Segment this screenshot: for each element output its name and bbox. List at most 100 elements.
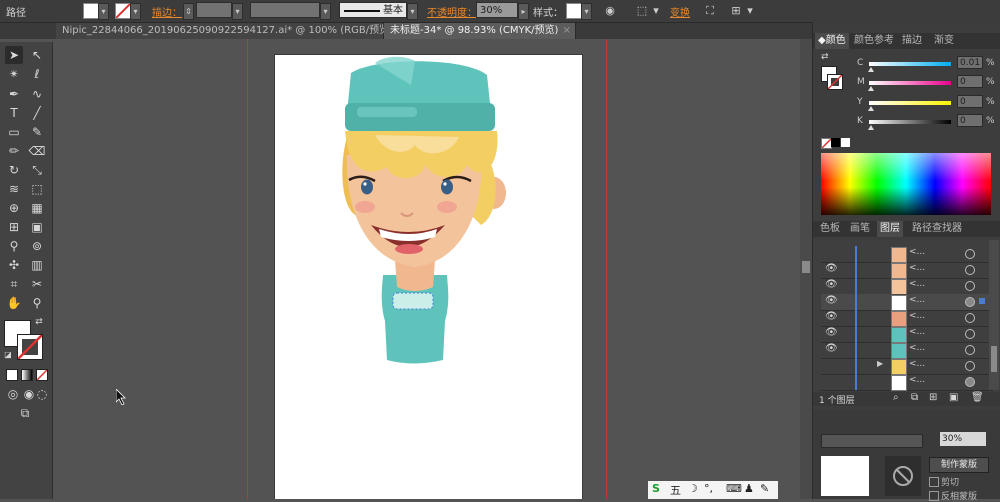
magenta-value-field[interactable]: 0 [957, 75, 983, 88]
scrollbar-thumb[interactable] [802, 261, 810, 273]
opacity-field[interactable]: 30% [476, 2, 518, 18]
brush-profile-dropdown[interactable]: ▾ [407, 3, 418, 20]
graphic-style-swatch[interactable] [566, 3, 582, 19]
tab-pathfinder[interactable]: 路径查找器 [909, 221, 965, 237]
invert-mask-checkbox[interactable] [929, 491, 939, 501]
eye-icon[interactable]: 👁 [825, 327, 838, 338]
target-circle-icon[interactable] [965, 329, 975, 339]
new-layer-icon[interactable]: ▣ [949, 392, 958, 403]
make-mask-button[interactable]: 制作蒙版 [929, 457, 989, 473]
layer-row[interactable]: 👁 <... [821, 262, 993, 279]
tab-layers[interactable]: 图层 [877, 221, 903, 237]
mesh-tool-icon[interactable]: ⊞ [5, 218, 23, 236]
hand-tool-icon[interactable]: ✋ [5, 294, 23, 312]
tab-untitled-34[interactable]: 未标题-34* @ 98.93% (CMYK/预览) × [384, 23, 576, 39]
blend-mode-dropdown[interactable] [821, 434, 923, 448]
skin-icon[interactable]: ♟ [744, 482, 754, 495]
selected-collar-path[interactable] [392, 292, 434, 310]
target-circle-icon[interactable] [965, 281, 975, 291]
gradient-tool-icon[interactable]: ▣ [28, 218, 46, 236]
layer-row[interactable]: <... [821, 246, 993, 263]
lasso-tool-icon[interactable]: ℓ [28, 65, 46, 83]
opacity-label[interactable]: 不透明度： [427, 4, 477, 19]
curvature-tool-icon[interactable]: ∿ [28, 85, 46, 103]
panel-stroke-swatch[interactable] [827, 74, 843, 90]
mask-thumbnail[interactable] [885, 456, 921, 496]
stroke-label[interactable]: 描边： [152, 4, 182, 19]
fill-swatch[interactable] [83, 3, 99, 19]
settings-wrench-icon[interactable]: ✎ [760, 482, 769, 495]
paintbrush-tool-icon[interactable]: ✎ [28, 123, 46, 141]
none-mode-icon[interactable] [36, 369, 48, 381]
target-circle-icon[interactable] [965, 377, 975, 387]
black-value-field[interactable]: 0 [957, 114, 983, 127]
screen-mode-icon[interactable]: ⧉ [14, 404, 36, 422]
artboard[interactable] [274, 54, 583, 499]
transparency-opacity-field[interactable]: 30% [940, 432, 986, 446]
white-color-chip[interactable] [841, 138, 850, 147]
eye-icon[interactable]: 👁 [825, 343, 838, 354]
layer-row[interactable]: 👁 <... [821, 278, 993, 295]
arrange-dropdown-icon[interactable]: ▾ [742, 3, 758, 18]
direct-selection-tool-icon[interactable]: ↖ [28, 46, 46, 64]
swap-fill-stroke-icon[interactable]: ⇄ [33, 316, 45, 328]
make-clipping-mask-icon[interactable]: ⧉ [911, 392, 918, 403]
eyedropper-tool-icon[interactable]: ⚲ [5, 237, 23, 255]
stroke-color-swatch[interactable] [17, 334, 43, 360]
target-circle-icon[interactable] [965, 361, 975, 371]
yellow-slider-row[interactable]: Y 0 % [857, 95, 997, 111]
eye-icon[interactable]: 👁 [825, 311, 838, 322]
recolor-artwork-icon[interactable]: ◉ [602, 3, 618, 18]
align-dropdown-icon[interactable]: ▾ [648, 3, 664, 18]
eraser-tool-icon[interactable]: ⌫ [28, 142, 46, 160]
stroke-weight-dropdown[interactable]: ▾ [232, 3, 243, 20]
color-mode-icon[interactable] [6, 369, 18, 381]
isolate-icon[interactable]: ⛶ [702, 3, 718, 18]
eye-icon[interactable]: 👁 [825, 279, 838, 290]
layer-row[interactable]: <... [821, 374, 993, 391]
tab-nipic-document[interactable]: Nipic_22844066_20190625090922594127.ai* … [56, 23, 405, 39]
punctuation-icon[interactable]: °, [704, 482, 713, 495]
target-circle-icon[interactable] [965, 297, 975, 307]
width-tool-icon[interactable]: ≋ [5, 180, 23, 198]
slice-tool-icon[interactable]: ✂ [28, 275, 46, 293]
canvas-area[interactable] [53, 39, 812, 499]
magic-wand-tool-icon[interactable]: ✴ [5, 65, 23, 83]
swap-color-icon[interactable]: ⇄ [821, 52, 829, 62]
magenta-slider-row[interactable]: M 0 % [857, 75, 997, 91]
slider-knob[interactable] [868, 125, 874, 130]
gradient-mode-icon[interactable] [21, 369, 33, 381]
column-graph-tool-icon[interactable]: ▥ [28, 256, 46, 274]
stroke-swatch[interactable] [115, 3, 131, 19]
target-circle-icon[interactable] [965, 265, 975, 275]
default-fill-stroke-icon[interactable]: ◪ [3, 350, 13, 360]
line-tool-icon[interactable]: ╱ [28, 104, 46, 122]
layers-scrollbar[interactable] [989, 240, 999, 390]
transform-link[interactable]: 变换 [670, 4, 690, 19]
tab-stroke[interactable]: 描边 [899, 33, 925, 49]
black-slider[interactable] [869, 120, 951, 124]
expand-triangle-icon[interactable]: ▶ [877, 359, 883, 368]
tab-brushes[interactable]: 画笔 [847, 221, 873, 237]
tab-color-guide[interactable]: 颜色参考 [851, 33, 897, 49]
scrollbar-thumb[interactable] [991, 346, 997, 372]
cyan-value-field[interactable]: 0.01 [957, 56, 983, 69]
slider-knob[interactable] [868, 106, 874, 111]
draw-inside-icon[interactable]: ◌ [36, 385, 48, 403]
pen-tool-icon[interactable]: ✒ [5, 85, 23, 103]
fill-dropdown[interactable]: ▾ [98, 3, 109, 20]
layer-row[interactable]: 👁 <... [821, 326, 993, 343]
moon-icon[interactable]: ☽ [688, 482, 698, 495]
target-circle-icon[interactable] [965, 345, 975, 355]
perspective-grid-tool-icon[interactable]: ▦ [28, 199, 46, 217]
delete-layer-icon[interactable]: 🗑 [971, 392, 984, 403]
sogou-logo-icon[interactable]: S [652, 482, 660, 495]
free-transform-tool-icon[interactable]: ⬚ [28, 180, 46, 198]
tab-color[interactable]: ◆颜色 [815, 33, 849, 49]
symbol-sprayer-tool-icon[interactable]: ✣ [5, 256, 23, 274]
magenta-slider[interactable] [869, 81, 951, 85]
stroke-weight-stepper[interactable]: ⇕ [183, 3, 194, 20]
black-slider-row[interactable]: K 0 % [857, 114, 997, 130]
blend-tool-icon[interactable]: ⊚ [28, 237, 46, 255]
selection-tool-icon[interactable]: ➤ [5, 46, 23, 64]
